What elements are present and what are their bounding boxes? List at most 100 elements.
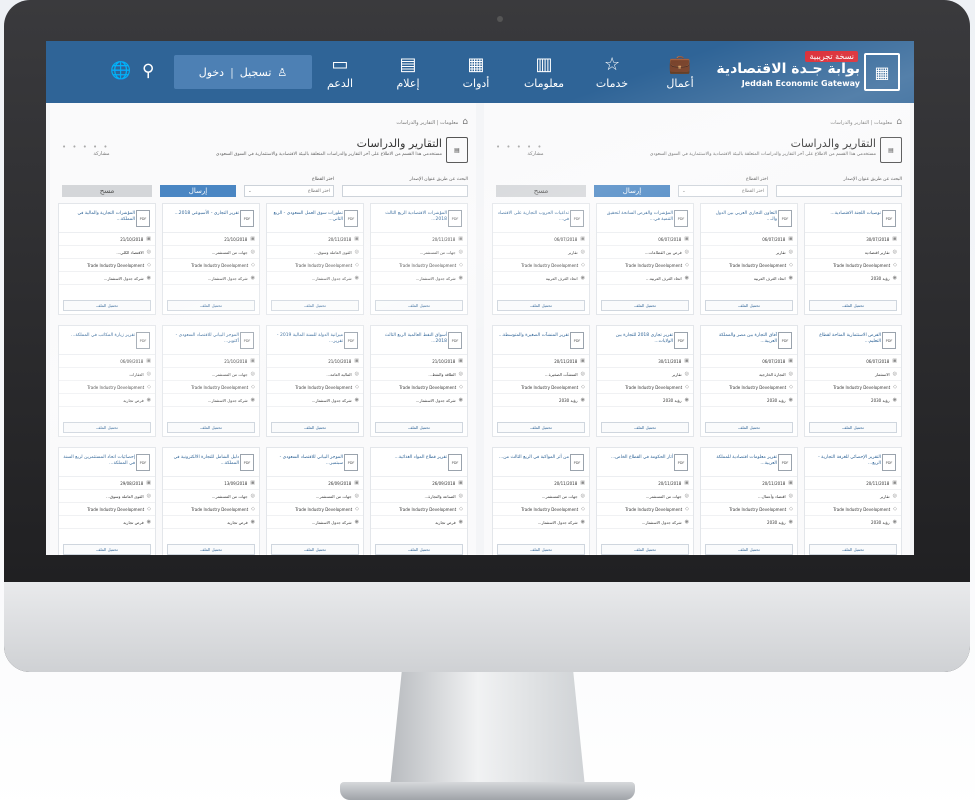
card-title[interactable]: آفاق التجارة بين مصر والمملكة العربية... [705, 333, 777, 345]
download-button[interactable]: تحميل الملف [271, 544, 359, 555]
card-title[interactable]: إحصائيات اتحاد المستثمرين لربع السنة في … [63, 455, 135, 467]
download-button[interactable]: تحميل الملف [705, 422, 793, 433]
card-title[interactable]: تقرير معلومات اقتصادية للمملكة العربية..… [705, 455, 777, 467]
download-button[interactable]: تحميل الملف [809, 300, 897, 311]
sector-select[interactable]: اختر القطاع ⌄ [244, 185, 334, 197]
card-meta-row: ◉ اتحاد الغرف العربية [701, 272, 797, 285]
download-button[interactable]: تحميل الملف [63, 544, 151, 555]
card-meta-row: ◎ الاقتصاد الكلي... [59, 246, 155, 259]
pdf-icon: PDF [448, 332, 462, 349]
download-button[interactable]: تحميل الملف [497, 544, 585, 555]
card-title[interactable]: المؤشرات والفرص السانحة لتحقيق التنمية ف… [601, 211, 673, 223]
home-icon[interactable]: ⌂ [896, 117, 902, 127]
download-button[interactable]: تحميل الملف [375, 422, 463, 433]
home-icon[interactable]: ⌂ [462, 117, 468, 127]
card-title[interactable]: تقرير المنشآت الصغيرة والمتوسطة... [497, 333, 569, 339]
report-icon: ▤ [880, 137, 902, 163]
download-button[interactable]: تحميل الملف [705, 544, 793, 555]
share-label: مشاركة [93, 151, 110, 157]
download-button[interactable]: تحميل الملف [63, 422, 151, 433]
card-title[interactable]: تقرير تجاري 2018 للتجارة بين الولايات... [601, 333, 673, 345]
card-title[interactable]: تقرير قطاع المواد الغذائية... [375, 455, 447, 461]
nav-item-2[interactable]: ▥ معلومات [510, 41, 578, 103]
search-icon[interactable]: ⚲ [142, 61, 154, 81]
card-title[interactable]: المؤشرات التجارية والمالية في المملكة... [63, 211, 135, 223]
card-title[interactable]: أثار الحكومة في القطاع الخاص... [601, 455, 673, 461]
card-title[interactable]: دليل الشامل للتجارة الالكترونية في الممل… [167, 455, 239, 467]
login-button[interactable]: ♙ تسجيل | دخول [174, 55, 312, 89]
download-button[interactable]: تحميل الملف [705, 300, 793, 311]
search-input[interactable] [342, 185, 468, 197]
card-title[interactable]: التعاون التجاري العربي بين الدول والـ... [705, 211, 777, 223]
card-title[interactable]: أسواق النفط العالمية الربع الثالث 2018..… [375, 333, 447, 345]
monitor-base [340, 782, 635, 800]
pdf-icon: PDF [778, 332, 792, 349]
download-button[interactable]: تحميل الملف [601, 544, 689, 555]
send-button[interactable]: إرسال [594, 185, 670, 197]
nav-item-0[interactable]: 💼 أعمال [646, 41, 714, 103]
card-title[interactable]: الفرص الاستثمارية المتاحة لقطاع التعليم.… [809, 333, 881, 345]
clear-button[interactable]: مسح [62, 185, 152, 197]
share-button[interactable]: • • • • • مشاركة [496, 143, 544, 157]
card-title[interactable]: من أثر المواكبة في الربع الثالث من... [497, 455, 569, 461]
card-title[interactable]: الموجز البياني للاقتصاد السعودي - أكتوبر… [167, 333, 239, 345]
report-card: PDF تقرير زيارة المكاتب في المملكة... ▣ 06/… [58, 325, 156, 437]
download-button[interactable]: تحميل الملف [497, 422, 585, 433]
download-button[interactable]: تحميل الملف [271, 300, 359, 311]
sector-select[interactable]: اختر القطاع ⌄ [678, 185, 768, 197]
site-logo[interactable]: ▦ نسخة تجريبية بوابة جـدة الاقتصادية Jed… [716, 51, 900, 93]
card-meta-field1: جهات من المستثمر... [419, 249, 456, 255]
source-icon: ◉ [146, 275, 151, 281]
download-button[interactable]: تحميل الملف [375, 300, 463, 311]
download-button[interactable]: تحميل الملف [167, 422, 255, 433]
breadcrumb-text[interactable]: معلومات | التقارير والدراسات [396, 120, 458, 126]
calendar-icon: ▣ [458, 358, 463, 364]
pdf-icon: PDF [882, 210, 896, 227]
card-meta-row: ◇ Trade Industry Development [701, 503, 797, 516]
card-title[interactable]: ميزانية الدولة للسنة المالية 2019 - تقري… [271, 333, 343, 345]
card-title[interactable]: الموجز البياني للاقتصاد السعودي - سبتمبر… [271, 455, 343, 467]
card-title[interactable]: تطورات سوق العمل السعودي - الربع الثاني.… [271, 211, 343, 223]
card-meta-row: ◇ Trade Industry Development [371, 503, 467, 516]
card-meta-row: ◉ شركة جدول الاستثمار... [267, 394, 363, 407]
tag-icon: ◇ [581, 384, 585, 390]
download-button[interactable]: تحميل الملف [167, 300, 255, 311]
clear-button[interactable]: مسح [496, 185, 586, 197]
card-meta-row: ◎ تقارير [493, 246, 589, 259]
share-button[interactable]: • • • • • مشاركة [62, 143, 110, 157]
card-meta-field1: جهات من المستثمر... [645, 493, 682, 499]
breadcrumb-text[interactable]: معلومات | التقارير والدراسات [830, 120, 892, 126]
nav-item-4[interactable]: ▤ إعلام [374, 41, 442, 103]
page-title: التقارير والدراسات [790, 137, 876, 150]
nav-item-5[interactable]: ▭ الدعم [306, 41, 374, 103]
card-meta-date: 29/08/2018 [120, 480, 144, 486]
nav-item-3[interactable]: ▦ أدوات [442, 41, 510, 103]
card-meta-row: ▣ 20/11/2018 [805, 477, 901, 490]
download-button[interactable]: تحميل الملف [809, 544, 897, 555]
download-button[interactable]: تحميل الملف [601, 422, 689, 433]
card-title[interactable]: تداعيات الحروب التجارية على الاقتصاد في.… [497, 211, 569, 223]
nav-item-1[interactable]: ☆ خدمات [578, 41, 646, 103]
pdf-icon: PDF [344, 210, 358, 227]
card-title[interactable]: التقرير الإحصائي للغرفة التجارية - الربع… [809, 455, 881, 467]
download-button[interactable]: تحميل الملف [167, 544, 255, 555]
card-title[interactable]: توصيات اللجنة الاقتصادية... [809, 211, 881, 217]
send-button[interactable]: إرسال [160, 185, 236, 197]
card-title[interactable]: تقرير زيارة المكاتب في المملكة... [63, 333, 135, 339]
register-label[interactable]: دخول [199, 66, 224, 79]
card-meta-row: ◉ رؤية 2030 [493, 394, 589, 407]
download-button[interactable]: تحميل الملف [601, 300, 689, 311]
download-button[interactable]: تحميل الملف [497, 300, 585, 311]
search-input[interactable] [776, 185, 902, 197]
download-button[interactable]: تحميل الملف [63, 300, 151, 311]
globe-icon[interactable]: 🌐 [110, 61, 131, 81]
breadcrumb: ⌂ معلومات | التقارير والدراسات [830, 117, 902, 127]
card-meta-type: شركة جدول الاستثمار... [207, 275, 248, 281]
card-title[interactable]: تقرير التجاري - الأسبوعي 2018... [167, 211, 240, 217]
nav-label: إعلام [396, 76, 420, 90]
card-meta-field1: الاستثمار [875, 371, 890, 377]
download-button[interactable]: تحميل الملف [271, 422, 359, 433]
card-title[interactable]: المؤشرات الاقتصادية الربع الثالث 2018... [375, 211, 447, 223]
download-button[interactable]: تحميل الملف [809, 422, 897, 433]
download-button[interactable]: تحميل الملف [375, 544, 463, 555]
